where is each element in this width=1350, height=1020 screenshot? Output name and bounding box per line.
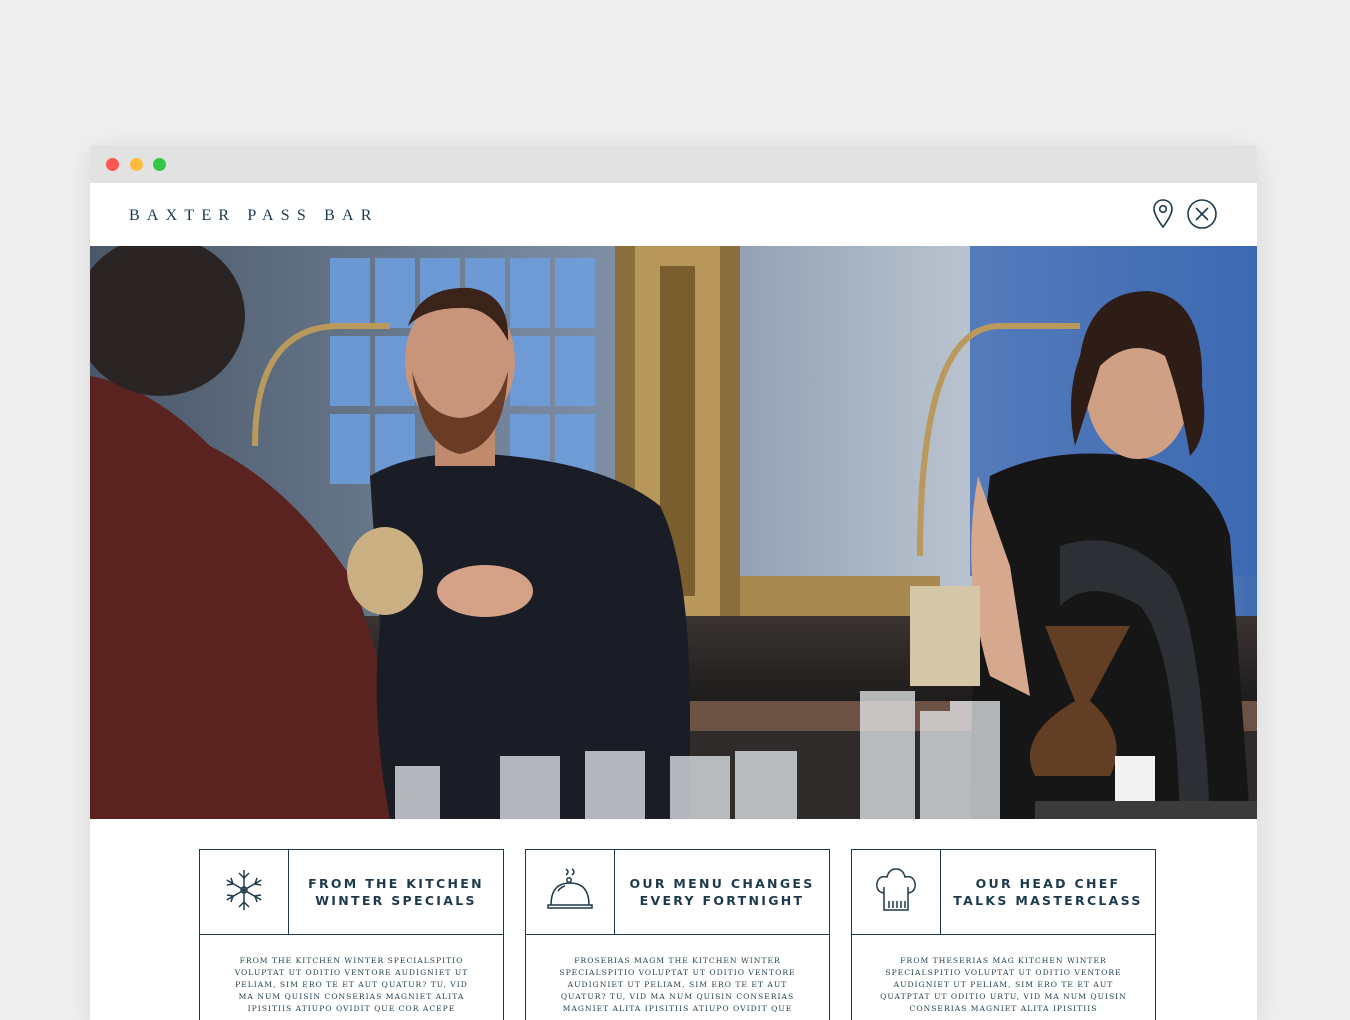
card-title: OUR HEAD CHEF TALKS MASTERCLASS — [953, 876, 1143, 908]
close-window-button[interactable] — [106, 158, 119, 171]
card-body-text: FROM THESERIAS MAG KITCHEN WINTER SPECIA… — [880, 956, 1127, 1013]
browser-window: BAXTER PASS BAR FROM THE KITCHEN WINTER … — [90, 145, 1257, 1020]
cloche-icon — [546, 867, 594, 918]
bar-staff-photo — [90, 246, 1257, 819]
minimize-window-button[interactable] — [130, 158, 143, 171]
close-circle-icon[interactable] — [1186, 198, 1218, 235]
feature-card[interactable]: OUR HEAD CHEF TALKS MASTERCLASS FROM THE… — [851, 849, 1156, 1020]
feature-card[interactable]: OUR MENU CHANGES EVERY FORTNIGHT FROSERI… — [525, 849, 830, 1020]
site-header: BAXTER PASS BAR — [90, 183, 1257, 246]
window-titlebar — [90, 145, 1257, 183]
card-body-text: FROSERIAS MAGM THE KITCHEN WINTER SPECIA… — [559, 956, 796, 1013]
feature-card[interactable]: FROM THE KITCHEN WINTER SPECIALS FROM TH… — [199, 849, 504, 1020]
hero-photo — [90, 246, 1257, 819]
card-title: OUR MENU CHANGES EVERY FORTNIGHT — [629, 876, 815, 908]
snowflake-icon — [222, 868, 266, 917]
chef-hat-icon — [874, 867, 918, 918]
maximize-window-button[interactable] — [153, 158, 166, 171]
map-pin-icon[interactable] — [1152, 198, 1174, 235]
card-title: FROM THE KITCHEN WINTER SPECIALS — [308, 876, 484, 908]
feature-cards: FROM THE KITCHEN WINTER SPECIALS FROM TH… — [90, 849, 1257, 1020]
card-body-text: FROM THE KITCHEN WINTER SPECIALSPITIO VO… — [234, 956, 469, 1013]
site-logo[interactable]: BAXTER PASS BAR — [129, 207, 379, 225]
